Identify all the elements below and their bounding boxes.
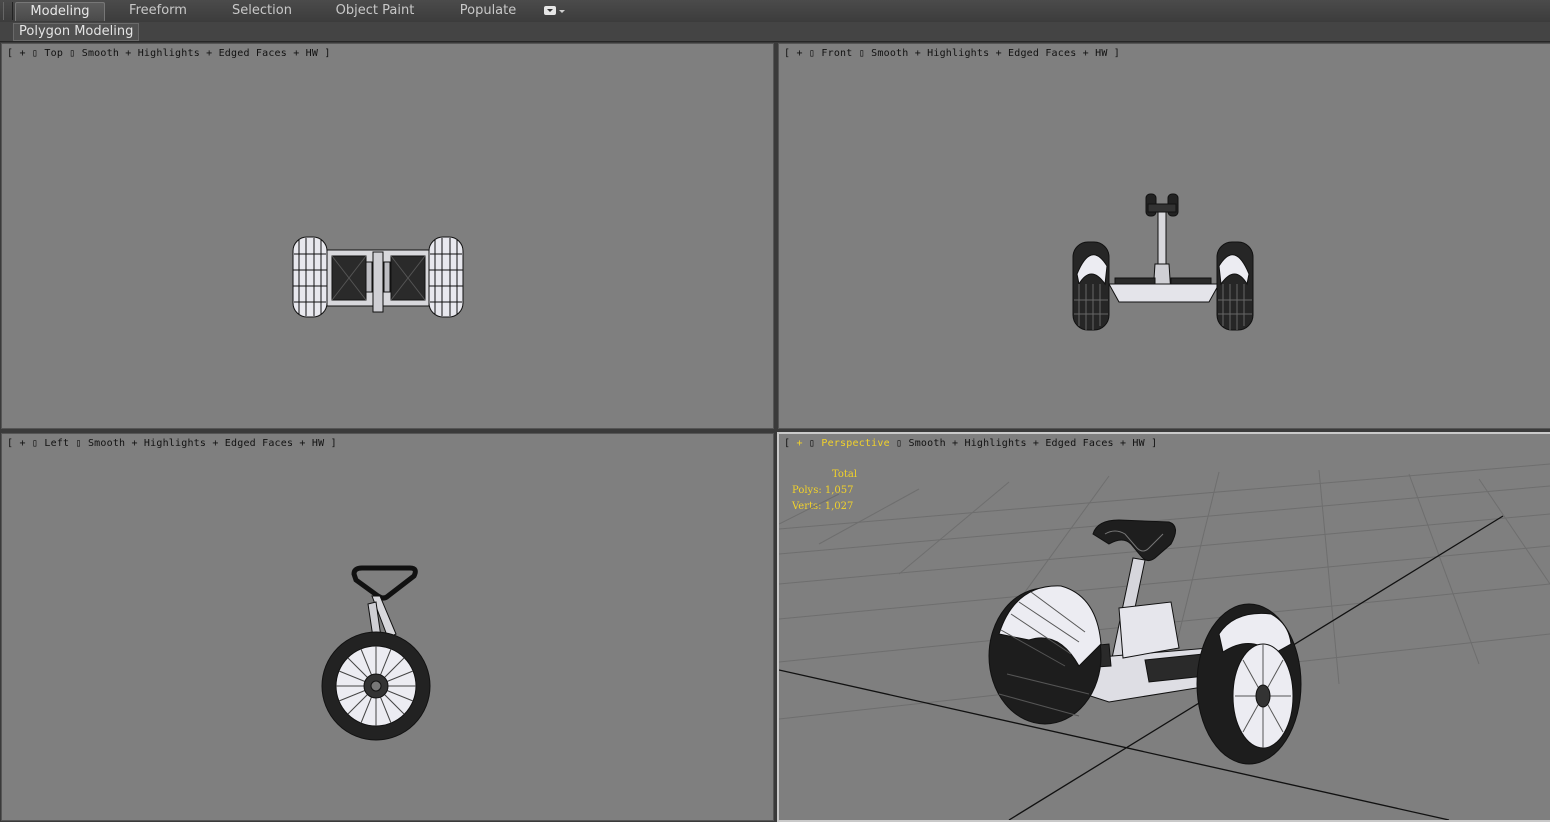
polygon-modeling-button[interactable]: Polygon Modeling [13, 23, 140, 41]
tab-populate[interactable]: Populate [448, 2, 528, 20]
viewport-top[interactable]: [ + ▯ Top ▯ Smooth + Highlights + Edged … [1, 43, 774, 429]
tab-freeform[interactable]: Freeform [118, 2, 198, 20]
tab-selection[interactable]: Selection [222, 2, 302, 20]
ribbon-tab-bar: Modeling Freeform Selection Object Paint… [0, 0, 1550, 23]
tab-modeling[interactable]: Modeling [15, 2, 105, 21]
perspective-view-model [779, 463, 1550, 820]
viewport-left[interactable]: [ + ▯ Left ▯ Smooth + Highlights + Edged… [1, 433, 774, 821]
ribbon-grip[interactable] [3, 2, 13, 20]
tab-object-paint[interactable]: Object Paint [330, 2, 420, 20]
viewport-front[interactable]: [ + ▯ Front ▯ Smooth + Highlights + Edge… [778, 43, 1550, 429]
front-view-model [1072, 193, 1254, 331]
ribbon-panel: Polygon Modeling [0, 22, 1550, 42]
left-view-model [321, 565, 431, 741]
top-view-model [292, 236, 464, 318]
dropdown-icon[interactable] [544, 5, 570, 19]
viewport-perspective[interactable]: [ + ▯ Perspective ▯ Smooth + Highlights … [777, 432, 1550, 822]
